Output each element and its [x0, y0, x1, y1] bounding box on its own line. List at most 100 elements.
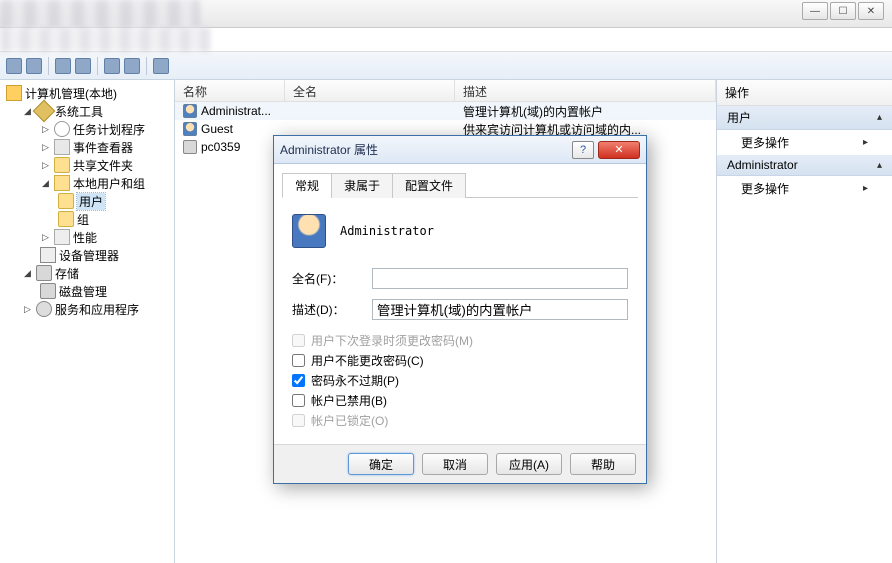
- tree-label: 服务和应用程序: [55, 301, 139, 318]
- expander-icon[interactable]: ▷: [40, 160, 51, 171]
- tree-performance[interactable]: ▷ 性能: [0, 228, 174, 246]
- close-button[interactable]: ✕: [858, 2, 884, 20]
- window-titlebar: — ☐ ✕: [0, 0, 892, 28]
- action-item-label: 更多操作: [741, 134, 789, 151]
- list-row[interactable]: Administrat... 管理计算机(域)的内置帐户: [175, 102, 716, 120]
- tree-label-selected: 用户: [77, 193, 105, 210]
- tree-local-users-groups[interactable]: ◢ 本地用户和组: [0, 174, 174, 192]
- gear-icon: [36, 301, 52, 317]
- cell-name: Administrat...: [175, 104, 285, 118]
- toolbar-up-icon[interactable]: [55, 58, 71, 74]
- toolbar-export-icon[interactable]: [124, 58, 140, 74]
- check-next-login: [292, 334, 305, 347]
- user-large-icon: [292, 214, 326, 248]
- titlebar-blur-area: [0, 0, 200, 28]
- chevron-right-icon: ▸: [863, 183, 868, 194]
- dialog-close-button[interactable]: ✕: [598, 141, 640, 159]
- check-label: 密码永不过期(P): [311, 372, 399, 389]
- tree-system-tools[interactable]: ◢ 系统工具: [0, 102, 174, 120]
- check-never-expire[interactable]: [292, 374, 305, 387]
- minimize-button[interactable]: —: [802, 2, 828, 20]
- ok-button[interactable]: 确定: [348, 453, 414, 475]
- tree-label: 任务计划程序: [73, 121, 145, 138]
- cell-text: Guest: [201, 122, 233, 136]
- tree-task-scheduler[interactable]: ▷ 任务计划程序: [0, 120, 174, 138]
- toolbar-help-icon[interactable]: [153, 58, 169, 74]
- action-more-administrator[interactable]: 更多操作 ▸: [717, 176, 892, 201]
- tree-users[interactable]: 用户: [0, 192, 174, 210]
- fullname-input[interactable]: [372, 268, 628, 289]
- tree-pane: 计算机管理(本地) ◢ 系统工具 ▷ 任务计划程序 ▷ 事件查看器 ▷ 共享文件…: [0, 80, 175, 563]
- properties-dialog: Administrator 属性 ? ✕ 常规 隶属于 配置文件 Adminis…: [273, 135, 647, 484]
- computer-icon: [183, 140, 197, 154]
- expander-icon[interactable]: ▷: [40, 232, 51, 243]
- col-header-fullname[interactable]: 全名: [285, 80, 455, 101]
- tree-disk-management[interactable]: 磁盘管理: [0, 282, 174, 300]
- apply-button[interactable]: 应用(A): [496, 453, 562, 475]
- dialog-body: 常规 隶属于 配置文件 Administrator 全名(F)： 描述(D)： …: [274, 164, 646, 444]
- expander-icon[interactable]: ▷: [40, 142, 51, 153]
- menubar-blur-area: [0, 28, 210, 52]
- tree-device-manager[interactable]: 设备管理器: [0, 246, 174, 264]
- toolbar-back-icon[interactable]: [6, 58, 22, 74]
- tree-label: 计算机管理(本地): [25, 85, 117, 102]
- dialog-help-button[interactable]: ?: [572, 141, 594, 159]
- tab-profile[interactable]: 配置文件: [392, 173, 466, 198]
- check-disabled-row[interactable]: 帐户已禁用(B): [292, 390, 628, 410]
- tree-root[interactable]: 计算机管理(本地): [0, 84, 174, 102]
- fullname-row: 全名(F)：: [292, 268, 628, 289]
- col-header-description[interactable]: 描述: [455, 80, 716, 101]
- tree-groups[interactable]: 组: [0, 210, 174, 228]
- tab-member-of[interactable]: 隶属于: [331, 173, 393, 198]
- check-cannot-change[interactable]: [292, 354, 305, 367]
- expander-icon[interactable]: ◢: [22, 106, 33, 117]
- toolbar-props-icon[interactable]: [75, 58, 91, 74]
- col-header-name[interactable]: 名称: [175, 80, 285, 101]
- action-pane-header: 操作: [717, 80, 892, 106]
- dialog-titlebar[interactable]: Administrator 属性 ? ✕: [274, 136, 646, 164]
- action-section-users[interactable]: 用户 ▴: [717, 106, 892, 130]
- action-section-label: Administrator: [727, 158, 798, 172]
- folder-icon: [54, 157, 70, 173]
- toolbar-refresh-icon[interactable]: [104, 58, 120, 74]
- expander-icon[interactable]: ◢: [40, 178, 51, 189]
- tree-label: 存储: [55, 265, 79, 282]
- toolbar-forward-icon[interactable]: [26, 58, 42, 74]
- toolbar-separator: [146, 57, 147, 75]
- check-cannot-change-row[interactable]: 用户不能更改密码(C): [292, 350, 628, 370]
- fullname-label: 全名(F)：: [292, 270, 372, 287]
- dialog-content: Administrator 全名(F)： 描述(D)： 用户下次登录时须更改密码…: [282, 210, 638, 434]
- help-button[interactable]: 帮助: [570, 453, 636, 475]
- check-account-disabled[interactable]: [292, 394, 305, 407]
- action-section-label: 用户: [727, 109, 751, 126]
- event-icon: [54, 139, 70, 155]
- window-controls: — ☐ ✕: [802, 2, 884, 20]
- tree-label: 本地用户和组: [73, 175, 145, 192]
- tree-services-apps[interactable]: ▷ 服务和应用程序: [0, 300, 174, 318]
- toolbar-separator: [48, 57, 49, 75]
- expander-icon[interactable]: ◢: [22, 268, 33, 279]
- expander-icon[interactable]: ▷: [22, 304, 33, 315]
- tree-label: 组: [77, 211, 89, 228]
- check-never-expire-row[interactable]: 密码永不过期(P): [292, 370, 628, 390]
- tree-label: 设备管理器: [59, 247, 119, 264]
- clock-icon: [54, 121, 70, 137]
- action-more-users[interactable]: 更多操作 ▸: [717, 130, 892, 155]
- expander-icon[interactable]: ▷: [40, 124, 51, 135]
- chevron-up-icon: ▴: [877, 160, 882, 171]
- action-section-administrator[interactable]: Administrator ▴: [717, 155, 892, 176]
- description-label: 描述(D)：: [292, 301, 372, 318]
- tab-general[interactable]: 常规: [282, 173, 332, 198]
- check-next-login-row: 用户下次登录时须更改密码(M): [292, 330, 628, 350]
- cancel-button[interactable]: 取消: [422, 453, 488, 475]
- dialog-tabs: 常规 隶属于 配置文件: [282, 172, 638, 198]
- description-input[interactable]: [372, 299, 628, 320]
- tree-shared-folders[interactable]: ▷ 共享文件夹: [0, 156, 174, 174]
- tree-label: 磁盘管理: [59, 283, 107, 300]
- tree-storage[interactable]: ◢ 存储: [0, 264, 174, 282]
- tree-event-viewer[interactable]: ▷ 事件查看器: [0, 138, 174, 156]
- maximize-button[interactable]: ☐: [830, 2, 856, 20]
- check-locked-row: 帐户已锁定(O): [292, 410, 628, 430]
- tree-label: 事件查看器: [73, 139, 133, 156]
- cell-text: pc0359: [201, 140, 240, 154]
